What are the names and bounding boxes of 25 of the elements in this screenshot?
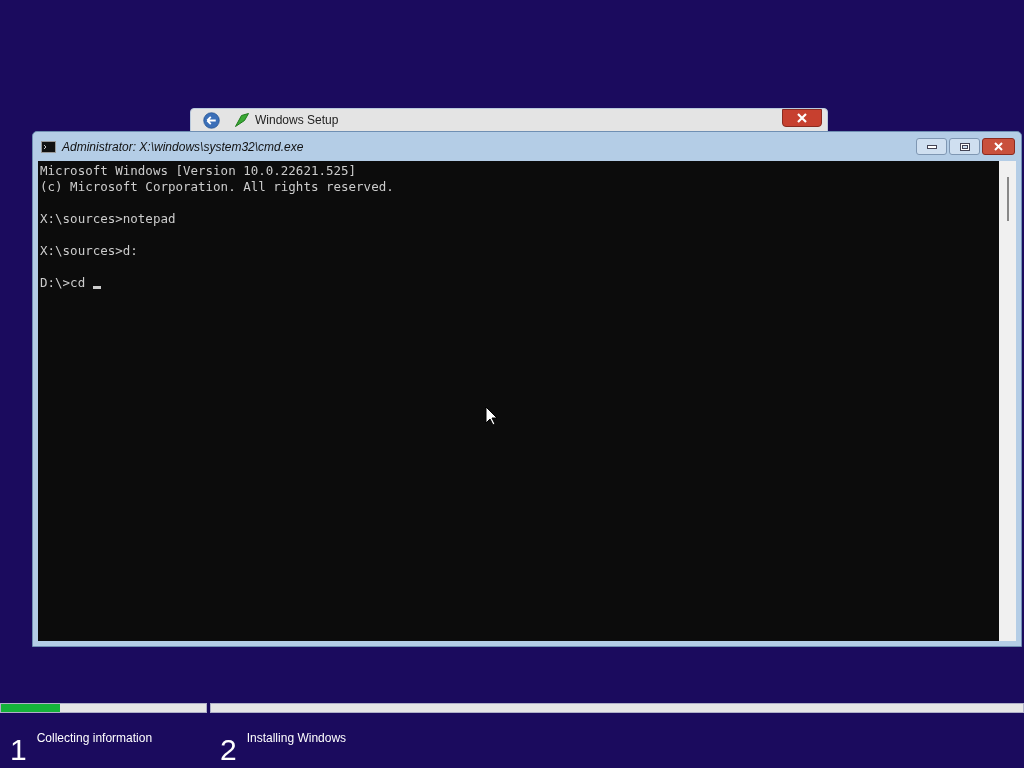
console-line: X:\sources>d: <box>40 243 138 259</box>
maximize-icon <box>959 142 970 151</box>
minimize-button[interactable] <box>916 138 947 155</box>
step-number: 1 <box>10 732 27 767</box>
step-number: 2 <box>220 732 237 767</box>
setup-icon <box>235 113 249 127</box>
maximize-button[interactable] <box>949 138 980 155</box>
scrollbar[interactable] <box>999 161 1016 641</box>
mouse-pointer-icon <box>485 406 497 426</box>
close-button[interactable] <box>982 138 1015 155</box>
console-line: D:\>cd <box>40 275 87 291</box>
close-icon <box>993 142 1004 151</box>
back-icon[interactable] <box>203 112 220 129</box>
console-line: Microsoft Windows [Version 10.0.22621.525] <box>40 163 357 179</box>
step-label: Installing Windows <box>246 730 347 747</box>
console-line: (c) Microsoft Corporation. All rights reserved. <box>40 179 394 195</box>
window-title: Windows Setup <box>255 112 339 128</box>
scrollbar-thumb[interactable] <box>1006 177 1009 221</box>
window-title: Administrator: X:\windows\system32\cmd.exe <box>62 138 305 156</box>
console-icon <box>41 140 56 153</box>
close-icon <box>796 113 808 123</box>
close-button[interactable] <box>782 109 822 127</box>
minimize-icon <box>926 144 937 149</box>
step-label: Collecting information <box>36 730 153 747</box>
console-line: X:\sources>notepad <box>40 211 176 227</box>
